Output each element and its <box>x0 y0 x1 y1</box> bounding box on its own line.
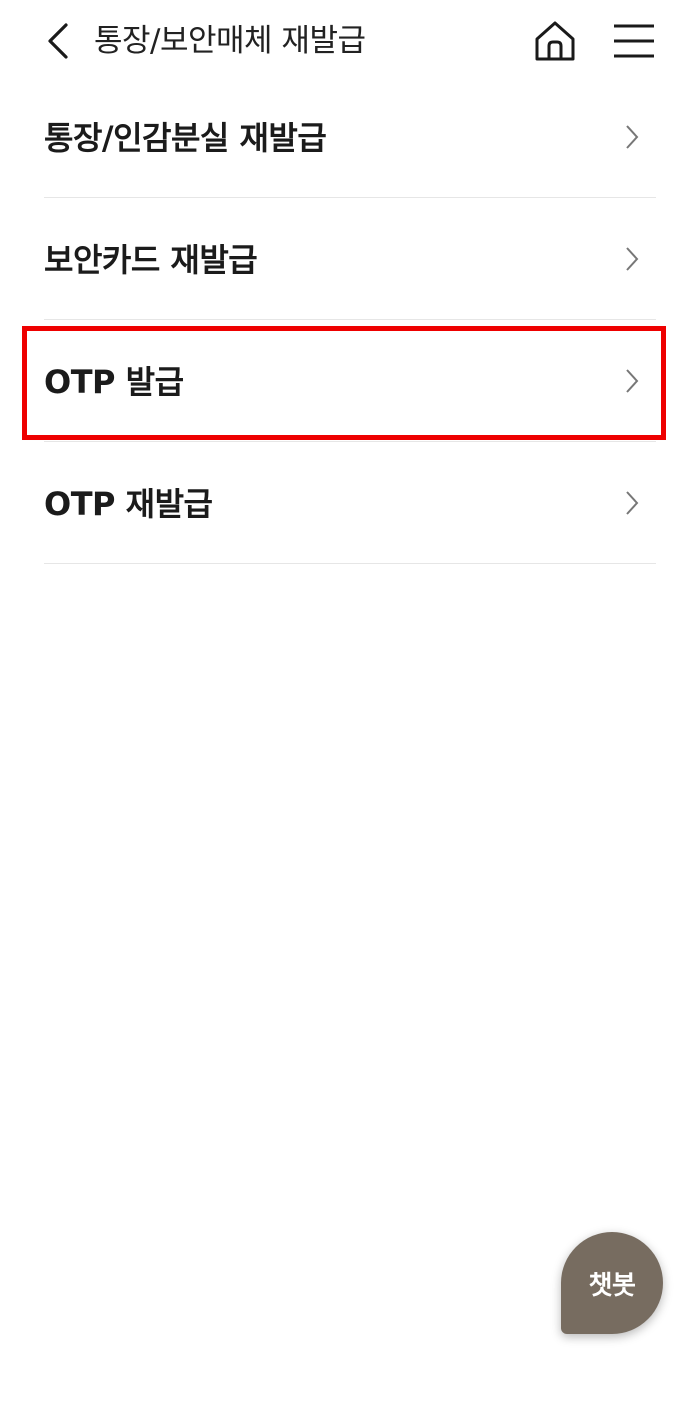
chevron-right-icon <box>626 124 639 149</box>
menu-button[interactable] <box>610 18 658 64</box>
hamburger-menu-icon <box>614 24 654 58</box>
back-button[interactable] <box>40 20 76 62</box>
menu-item-label: 통장/인감분실 재발급 <box>44 118 327 157</box>
chatbot-label: 챗봇 <box>588 1270 636 1301</box>
home-button[interactable] <box>530 16 580 66</box>
top-app-bar: 통장/보안매체 재발급 <box>0 0 700 82</box>
reissue-menu-list: 통장/인감분실 재발급 보안카드 재발급 OTP 발급 OTP 재발급 <box>44 76 656 564</box>
menu-item-label: 보안카드 재발급 <box>44 240 258 279</box>
menu-item-label: OTP 재발급 <box>44 484 213 523</box>
chatbot-button[interactable]: 챗봇 <box>561 1232 663 1334</box>
menu-item-otp-reissue[interactable]: OTP 재발급 <box>44 442 656 564</box>
chevron-right-icon <box>626 490 639 515</box>
menu-item-passbook-seal-reissue[interactable]: 통장/인감분실 재발급 <box>44 76 656 198</box>
menu-item-security-card-reissue[interactable]: 보안카드 재발급 <box>44 198 656 320</box>
page-title: 통장/보안매체 재발급 <box>94 23 366 59</box>
menu-item-label: OTP 발급 <box>44 362 184 401</box>
menu-item-otp-issue[interactable]: OTP 발급 <box>44 320 656 442</box>
home-icon <box>535 21 575 61</box>
chevron-right-icon <box>626 368 639 393</box>
chevron-left-icon <box>48 23 68 59</box>
chevron-right-icon <box>626 246 639 271</box>
